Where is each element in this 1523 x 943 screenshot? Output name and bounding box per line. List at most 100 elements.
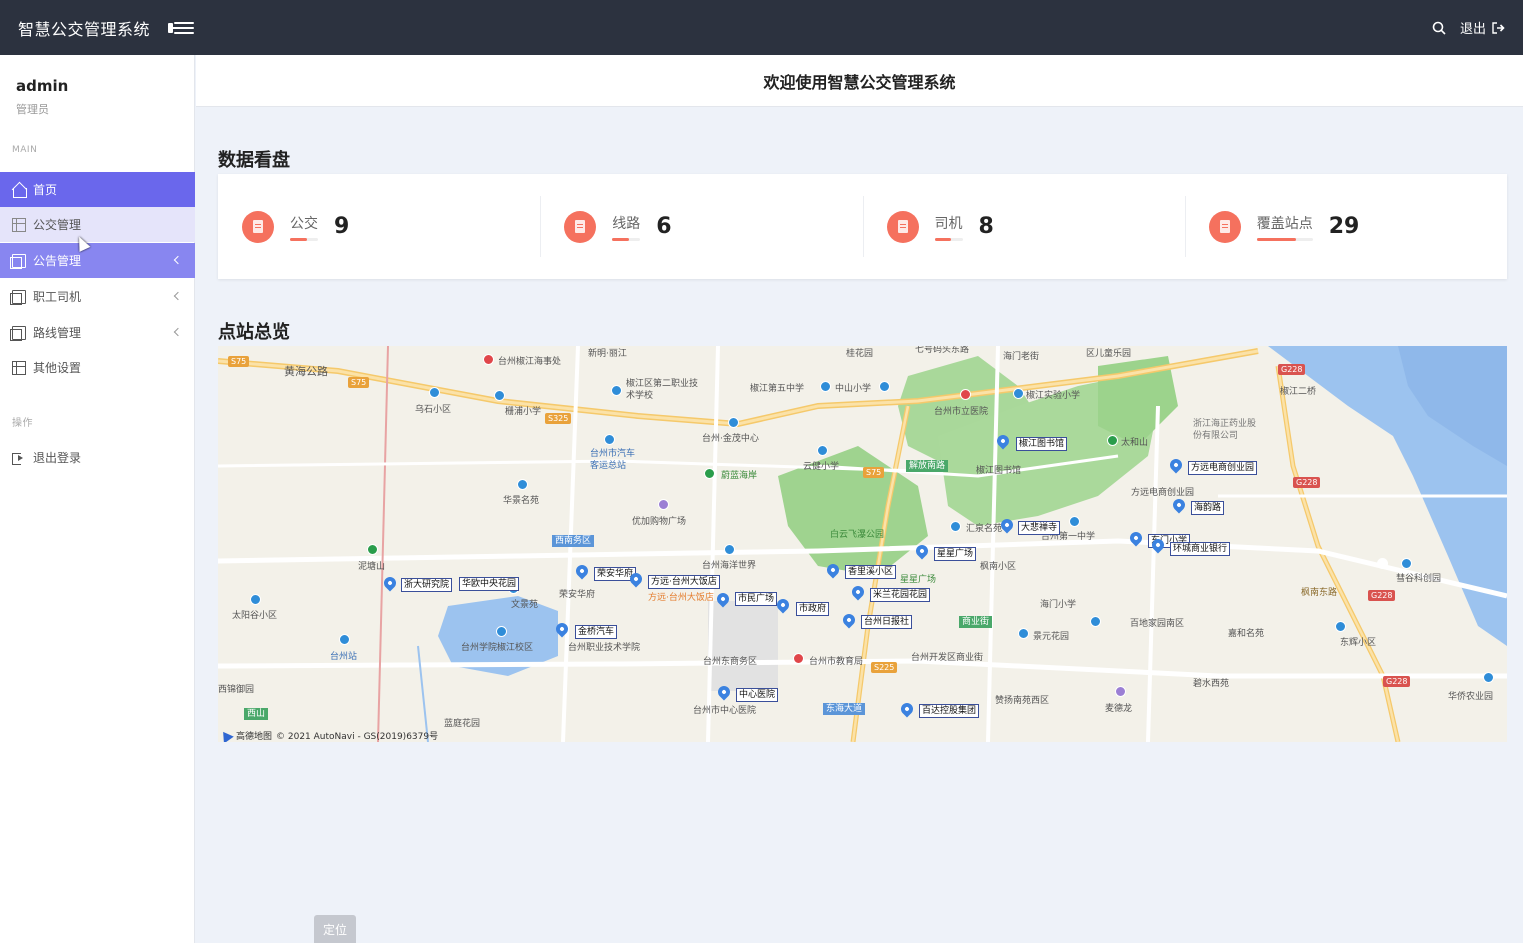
page-header: 欢迎使用智慧公交管理系统 xyxy=(196,55,1523,107)
road-badge: S75 xyxy=(863,467,885,478)
bus-stop-label: 金桥汽车 xyxy=(575,625,618,639)
sidebar-item-label: 其他设置 xyxy=(33,361,82,375)
stat-progress-bar xyxy=(1256,237,1313,241)
clipboard-icon xyxy=(1208,210,1241,243)
map-place-label: 台州站 xyxy=(330,652,358,662)
chevron-left-icon xyxy=(173,291,183,300)
bus-stop-label: 中心医院 xyxy=(736,688,779,702)
stat-progress-bar xyxy=(290,237,318,241)
map-place-label: 文景苑 xyxy=(511,600,539,610)
map-place-label: 泥塘山 xyxy=(358,562,386,572)
road-badge: S225 xyxy=(871,662,898,673)
chevron-left-icon xyxy=(173,327,183,336)
map-place-label: 赞扬南苑西区 xyxy=(995,696,1050,706)
sidebar-item-label: 首页 xyxy=(33,183,58,197)
clipboard-icon xyxy=(886,210,919,243)
poi-dot xyxy=(658,499,669,510)
road-badge: S325 xyxy=(545,413,572,424)
poi-dot xyxy=(820,381,831,392)
search-icon[interactable] xyxy=(1432,21,1446,35)
doc-icon xyxy=(10,289,26,305)
top-bar: 智慧公交管理系统 退出 xyxy=(0,0,1523,55)
map-place-label: 桂花园 xyxy=(846,349,874,359)
stat-label: 公交 xyxy=(290,215,318,232)
map-place-label: 白云飞瀑公园 xyxy=(830,530,885,540)
stat-stations: 覆盖站点 29 xyxy=(1184,174,1507,279)
map-place-label: 方远·台州大饭店 xyxy=(648,593,714,603)
sidebar-item-settings[interactable]: 其他设置 xyxy=(0,350,195,385)
stat-buses: 公交 9 xyxy=(218,174,540,279)
poi-dot xyxy=(1483,672,1494,683)
logout-label: 退出 xyxy=(1459,22,1486,37)
bus-stop-label: 市民广场 xyxy=(735,592,778,606)
poi-dot xyxy=(1069,516,1080,527)
stat-progress-bar xyxy=(934,237,963,241)
map-place-label: 东辉小区 xyxy=(1340,638,1377,648)
poi-dot xyxy=(429,387,440,398)
poi-dot xyxy=(704,468,715,479)
map-place-label: 台州市中心医院 xyxy=(693,706,757,716)
map-brand: 高德地图 xyxy=(236,732,273,742)
user-role: 管理员 xyxy=(16,103,49,116)
grid-icon xyxy=(12,217,26,232)
stat-drivers: 司机 8 xyxy=(862,174,1185,279)
sidebar-item-bus-management[interactable]: 公交管理 xyxy=(0,207,195,242)
sidebar-item-drivers[interactable]: 职工司机 xyxy=(0,279,195,314)
poi-dot xyxy=(496,626,507,637)
map-place-label: 浙江海正药业股份有限公司 xyxy=(1193,419,1257,441)
sidebar-item-home[interactable]: 首页 xyxy=(0,172,195,207)
map-district-label: 解放南路 xyxy=(906,460,949,472)
poi-dot xyxy=(1090,616,1101,627)
menu-toggle-icon[interactable] xyxy=(168,20,196,36)
map-place-label: 台州海洋世界 xyxy=(702,561,757,571)
app-title: 智慧公交管理系统 xyxy=(18,19,151,39)
map-place-label: 台州职业技术学院 xyxy=(568,643,641,653)
stat-label: 覆盖站点 xyxy=(1256,215,1313,232)
clipboard-icon xyxy=(242,210,274,243)
sidebar-item-routes[interactable]: 路线管理 xyxy=(0,315,195,350)
sidebar-item-label: 公告管理 xyxy=(33,254,82,268)
map-place-label: 乌石小区 xyxy=(415,405,452,415)
stat-value: 9 xyxy=(334,214,350,239)
map-place-label: 百地家园南区 xyxy=(1130,619,1185,629)
sidebar-item-label: 公交管理 xyxy=(33,218,82,232)
user-name: admin xyxy=(16,77,69,95)
sidebar-item-announcements[interactable]: 公告管理 xyxy=(0,243,195,278)
locate-button[interactable]: 定位 xyxy=(314,915,356,943)
page-title: 欢迎使用智慧公交管理系统 xyxy=(763,72,956,92)
map-place-label: 台州市教育局 xyxy=(809,657,864,667)
bus-stop-label: 方远电商创业园 xyxy=(1188,461,1258,475)
map-place-label: 太和山 xyxy=(1121,438,1149,448)
stat-label: 线路 xyxy=(612,215,641,232)
map-place-label: 云健小学 xyxy=(803,462,840,472)
home-icon xyxy=(12,183,27,198)
poi-dot xyxy=(817,445,828,456)
stat-value: 6 xyxy=(656,214,672,239)
map-place-label: 荣安华府 xyxy=(559,590,596,600)
map-place-label: 中山小学 xyxy=(835,384,872,394)
poi-dot xyxy=(1335,621,1346,632)
poi-dot xyxy=(367,544,378,555)
clipboard-icon xyxy=(564,210,597,243)
map-place-label: 椒江第五中学 xyxy=(750,384,805,394)
map-place-label: 新明·丽江 xyxy=(588,349,627,359)
poi-dot xyxy=(950,521,961,532)
sidebar-item-logout[interactable]: 退出登录 xyxy=(0,440,195,475)
poi-dot xyxy=(1107,435,1118,446)
bus-stop-label: 华欧中央花园 xyxy=(459,577,520,591)
poi-dot xyxy=(724,544,735,555)
bus-stop-label: 米兰花园花园 xyxy=(870,588,931,602)
map-place-label: 台州市立医院 xyxy=(934,407,989,417)
poi-dot xyxy=(1377,558,1388,569)
map-place-label: 黄海公路 xyxy=(284,365,328,378)
bus-stop-label: 市政府 xyxy=(796,602,830,616)
doc-icon xyxy=(10,253,26,269)
logout-link[interactable]: 退出 xyxy=(1460,18,1505,37)
map-place-label: 华侨农业园 xyxy=(1448,692,1494,702)
station-map[interactable]: S75 S325 S75 S75 G228 G228 G228 G228 S22… xyxy=(218,346,1507,742)
sidebar-item-label: 职工司机 xyxy=(33,290,82,304)
map-place-label: 椒江区第二职业技术学校 xyxy=(626,379,699,401)
map-place-label: 方远电商创业园 xyxy=(1131,488,1195,498)
map-place-label: 汇泉名苑 xyxy=(966,524,1003,534)
poi-dot xyxy=(250,594,261,605)
